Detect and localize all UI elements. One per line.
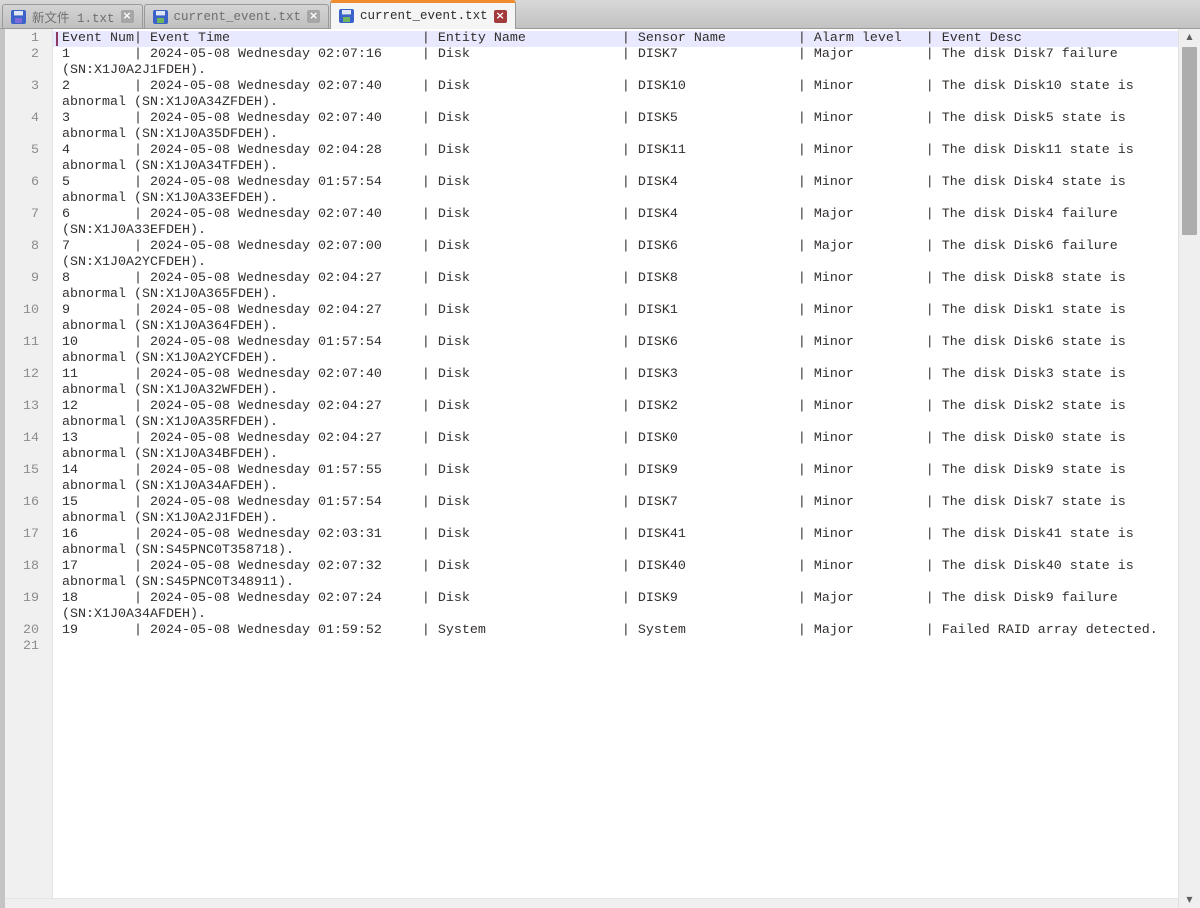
line-number[interactable]: 13	[5, 399, 53, 431]
floppy-icon	[153, 10, 168, 24]
editor-line: 1918 | 2024-05-08 Wednesday 02:07:24 | D…	[5, 591, 1178, 623]
line-number[interactable]: 4	[5, 111, 53, 143]
line-number[interactable]: 21	[5, 639, 53, 655]
line-text[interactable]: 17 | 2024-05-08 Wednesday 02:07:32 | Dis…	[53, 559, 1178, 591]
line-number[interactable]: 2	[5, 47, 53, 79]
editor-line: 1110 | 2024-05-08 Wednesday 01:57:54 | D…	[5, 335, 1178, 367]
line-text[interactable]: 6 | 2024-05-08 Wednesday 02:07:40 | Disk…	[53, 207, 1178, 239]
tab-2[interactable]: current_event.txt ×	[144, 4, 330, 28]
line-text[interactable]: Event Num| Event Time | Entity Name | Se…	[53, 31, 1178, 47]
editor-main: 1Event Num| Event Time | Entity Name | S…	[0, 29, 1200, 908]
text-editor[interactable]: 1Event Num| Event Time | Entity Name | S…	[5, 29, 1178, 898]
line-number[interactable]: 8	[5, 239, 53, 271]
floppy-icon	[11, 10, 26, 24]
floppy-label-area	[342, 10, 351, 15]
line-text[interactable]: 14 | 2024-05-08 Wednesday 01:57:55 | Dis…	[53, 463, 1178, 495]
line-text[interactable]: 13 | 2024-05-08 Wednesday 02:04:27 | Dis…	[53, 431, 1178, 463]
editor-line: 32 | 2024-05-08 Wednesday 02:07:40 | Dis…	[5, 79, 1178, 111]
line-text[interactable]: 5 | 2024-05-08 Wednesday 01:57:54 | Disk…	[53, 175, 1178, 207]
line-number[interactable]: 17	[5, 527, 53, 559]
line-text[interactable]: 2 | 2024-05-08 Wednesday 02:07:40 | Disk…	[53, 79, 1178, 111]
editor-line: 1Event Num| Event Time | Entity Name | S…	[5, 31, 1178, 47]
floppy-icon	[339, 9, 354, 23]
line-number[interactable]: 14	[5, 431, 53, 463]
editor-line: 1514 | 2024-05-08 Wednesday 01:57:55 | D…	[5, 463, 1178, 495]
tab-label: current_event.txt	[360, 9, 488, 23]
line-number[interactable]: 15	[5, 463, 53, 495]
editor-line: 21 | 2024-05-08 Wednesday 02:07:16 | Dis…	[5, 47, 1178, 79]
editor-window: 新文件 1.txt×current_event.txt×current_even…	[0, 0, 1200, 908]
editor-line: 1312 | 2024-05-08 Wednesday 02:04:27 | D…	[5, 399, 1178, 431]
line-text[interactable]: 16 | 2024-05-08 Wednesday 02:03:31 | Dis…	[53, 527, 1178, 559]
line-number[interactable]: 20	[5, 623, 53, 639]
line-text[interactable]: 7 | 2024-05-08 Wednesday 02:07:00 | Disk…	[53, 239, 1178, 271]
tab-label: 新文件 1.txt	[32, 7, 115, 26]
line-number[interactable]: 10	[5, 303, 53, 335]
editor-line: 54 | 2024-05-08 Wednesday 02:04:28 | Dis…	[5, 143, 1178, 175]
line-text[interactable]: 18 | 2024-05-08 Wednesday 02:07:24 | Dis…	[53, 591, 1178, 623]
line-number[interactable]: 7	[5, 207, 53, 239]
tab-1[interactable]: 新文件 1.txt ×	[2, 4, 143, 28]
line-text[interactable]: 4 | 2024-05-08 Wednesday 02:04:28 | Disk…	[53, 143, 1178, 175]
editor-line: 98 | 2024-05-08 Wednesday 02:04:27 | Dis…	[5, 271, 1178, 303]
tab-close-icon[interactable]: ×	[494, 10, 507, 23]
line-number[interactable]: 18	[5, 559, 53, 591]
line-number[interactable]: 19	[5, 591, 53, 623]
floppy-label-area	[156, 11, 165, 16]
line-number[interactable]: 16	[5, 495, 53, 527]
tab-close-icon[interactable]: ×	[121, 10, 134, 23]
line-text[interactable]: 19 | 2024-05-08 Wednesday 01:59:52 | Sys…	[53, 623, 1178, 639]
line-text[interactable]	[53, 639, 1178, 655]
line-text[interactable]: 12 | 2024-05-08 Wednesday 02:04:27 | Dis…	[53, 399, 1178, 431]
line-number[interactable]: 1	[5, 31, 53, 47]
editor-line: 87 | 2024-05-08 Wednesday 02:07:00 | Dis…	[5, 239, 1178, 271]
line-text[interactable]: 1 | 2024-05-08 Wednesday 02:07:16 | Disk…	[53, 47, 1178, 79]
editor-line: 21	[5, 639, 1178, 655]
tab-label: current_event.txt	[174, 10, 302, 24]
editor-line: 109 | 2024-05-08 Wednesday 02:04:27 | Di…	[5, 303, 1178, 335]
editor-line: 2019 | 2024-05-08 Wednesday 01:59:52 | S…	[5, 623, 1178, 639]
line-text[interactable]: 3 | 2024-05-08 Wednesday 02:07:40 | Disk…	[53, 111, 1178, 143]
line-text[interactable]: 15 | 2024-05-08 Wednesday 01:57:54 | Dis…	[53, 495, 1178, 527]
line-number[interactable]: 12	[5, 367, 53, 399]
line-number[interactable]: 3	[5, 79, 53, 111]
line-number[interactable]: 9	[5, 271, 53, 303]
editor-line: 43 | 2024-05-08 Wednesday 02:07:40 | Dis…	[5, 111, 1178, 143]
editor-line: 65 | 2024-05-08 Wednesday 01:57:54 | Dis…	[5, 175, 1178, 207]
horizontal-scrollbar[interactable]	[5, 898, 1178, 908]
editor-line: 76 | 2024-05-08 Wednesday 02:07:40 | Dis…	[5, 207, 1178, 239]
tab-bar: 新文件 1.txt×current_event.txt×current_even…	[0, 0, 1200, 29]
line-number[interactable]: 5	[5, 143, 53, 175]
editor-line: 1615 | 2024-05-08 Wednesday 01:57:54 | D…	[5, 495, 1178, 527]
floppy-shutter	[343, 17, 350, 22]
line-text[interactable]: 11 | 2024-05-08 Wednesday 02:07:40 | Dis…	[53, 367, 1178, 399]
editor-line: 1817 | 2024-05-08 Wednesday 02:07:32 | D…	[5, 559, 1178, 591]
scroll-down-icon[interactable]: ▼	[1179, 892, 1200, 908]
floppy-shutter	[15, 18, 22, 23]
line-text[interactable]: 10 | 2024-05-08 Wednesday 01:57:54 | Dis…	[53, 335, 1178, 367]
floppy-label-area	[14, 11, 23, 16]
vertical-scrollbar-thumb[interactable]	[1182, 47, 1197, 235]
line-text[interactable]: 9 | 2024-05-08 Wednesday 02:04:27 | Disk…	[53, 303, 1178, 335]
line-number[interactable]: 11	[5, 335, 53, 367]
editor-line: 1413 | 2024-05-08 Wednesday 02:04:27 | D…	[5, 431, 1178, 463]
tab-3[interactable]: current_event.txt ×	[330, 0, 516, 29]
editor-line: 1211 | 2024-05-08 Wednesday 02:07:40 | D…	[5, 367, 1178, 399]
text-caret	[56, 32, 58, 46]
vertical-scrollbar[interactable]: ▲ ▼	[1178, 29, 1200, 908]
editor-line: 1716 | 2024-05-08 Wednesday 02:03:31 | D…	[5, 527, 1178, 559]
scroll-up-icon[interactable]: ▲	[1179, 29, 1200, 45]
floppy-shutter	[157, 18, 164, 23]
line-text[interactable]: 8 | 2024-05-08 Wednesday 02:04:27 | Disk…	[53, 271, 1178, 303]
line-number[interactable]: 6	[5, 175, 53, 207]
tab-close-icon[interactable]: ×	[307, 10, 320, 23]
